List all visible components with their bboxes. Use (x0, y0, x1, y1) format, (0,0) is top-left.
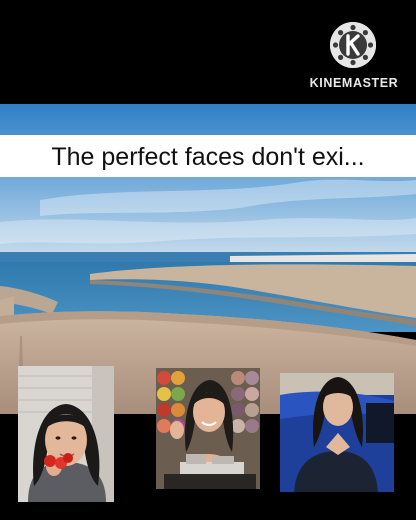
caption-banner: The perfect faces don't exi... (0, 135, 416, 177)
kinemaster-watermark-text: KINEMASTER (309, 76, 399, 90)
person-photo-strawberry (18, 366, 114, 502)
person-photo-yarn-wall (156, 368, 260, 489)
person-photo-blue-car (280, 373, 394, 492)
caption-text: The perfect faces don't exi... (51, 143, 365, 171)
kinemaster-logo-icon (330, 22, 376, 68)
